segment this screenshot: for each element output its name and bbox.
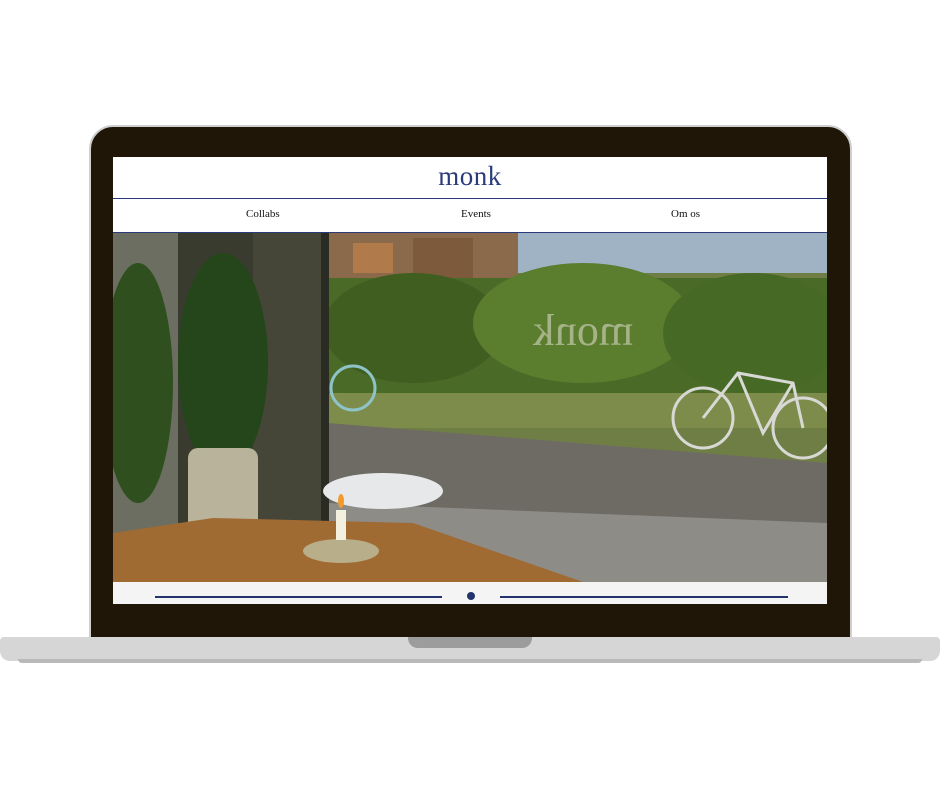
slider-track-left <box>155 596 442 598</box>
window-lettering: monk <box>533 306 633 355</box>
nav-item-events[interactable]: Events <box>461 208 491 220</box>
laptop-screen: monk Collabs Events Om os monk <box>113 157 827 604</box>
nav-item-om-os[interactable]: Om os <box>671 208 700 220</box>
main-nav: Collabs Events Om os <box>113 199 827 233</box>
laptop-notch <box>408 637 532 648</box>
site-header: monk <box>113 157 827 199</box>
hero-image: monk <box>113 233 827 582</box>
slider-dot[interactable] <box>467 592 475 600</box>
nav-item-collabs[interactable]: Collabs <box>246 208 280 220</box>
slider-bar <box>113 582 827 604</box>
laptop-base-shadow <box>18 659 922 663</box>
slider-track-right <box>500 596 788 598</box>
site-logo[interactable]: monk <box>438 161 502 192</box>
